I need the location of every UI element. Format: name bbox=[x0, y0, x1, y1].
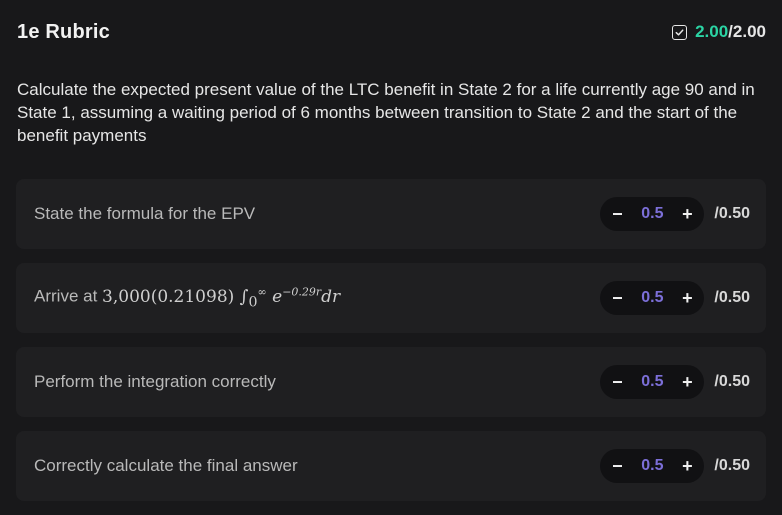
criterion-label-prefix: Arrive at bbox=[34, 287, 98, 307]
max-points: /0.50 bbox=[714, 457, 750, 474]
formula-integral: ∫ bbox=[239, 287, 249, 308]
points-controls: − 0.5 + /0.50 bbox=[600, 449, 750, 483]
formula-upper: ∞ bbox=[257, 285, 267, 299]
points-controls: − 0.5 + /0.50 bbox=[600, 197, 750, 231]
question-text: Calculate the expected present value of … bbox=[17, 80, 755, 145]
points-value[interactable]: 0.5 bbox=[628, 289, 676, 307]
points-stepper: − 0.5 + bbox=[600, 449, 705, 483]
check-square-icon bbox=[672, 24, 688, 40]
criterion-label: Correctly calculate the final answer bbox=[34, 456, 298, 475]
criterion-row: Correctly calculate the final answer − 0… bbox=[16, 431, 766, 501]
decrement-button[interactable]: − bbox=[606, 455, 628, 477]
score-total: 2.00 bbox=[732, 22, 766, 41]
increment-button[interactable]: + bbox=[676, 455, 698, 477]
rubric-title: 1e Rubric bbox=[17, 20, 110, 43]
points-stepper: − 0.5 + bbox=[600, 281, 705, 315]
decrement-button[interactable]: − bbox=[606, 287, 628, 309]
criterion-label: Perform the integration correctly bbox=[34, 372, 276, 391]
formula-differential: dr bbox=[321, 287, 341, 308]
formula-lower: 0 bbox=[248, 294, 258, 311]
points-value[interactable]: 0.5 bbox=[628, 205, 676, 223]
max-points: /0.50 bbox=[714, 289, 750, 306]
points-value[interactable]: 0.5 bbox=[628, 457, 676, 475]
criterion-row: Arrive at 3,000(0.21098) ∫0∞ e−0.29rdr −… bbox=[16, 263, 766, 333]
points-value[interactable]: 0.5 bbox=[628, 373, 676, 391]
points-stepper: − 0.5 + bbox=[600, 365, 705, 399]
points-controls: − 0.5 + /0.50 bbox=[600, 281, 750, 315]
increment-button[interactable]: + bbox=[676, 371, 698, 393]
decrement-button[interactable]: − bbox=[606, 203, 628, 225]
increment-button[interactable]: + bbox=[676, 203, 698, 225]
formula-exponent: −0.29r bbox=[282, 285, 322, 299]
points-controls: − 0.5 + /0.50 bbox=[600, 365, 750, 399]
criterion-label: State the formula for the EPV bbox=[34, 204, 256, 223]
rubric-header: 1e Rubric 2.00/2.00 bbox=[17, 18, 766, 46]
formula: 3,000(0.21098) ∫0∞ e−0.29rdr bbox=[102, 285, 341, 310]
decrement-button[interactable]: − bbox=[606, 371, 628, 393]
score-earned: 2.00 bbox=[695, 22, 729, 41]
points-stepper: − 0.5 + bbox=[600, 197, 705, 231]
increment-button[interactable]: + bbox=[676, 287, 698, 309]
criterion-row: Perform the integration correctly − 0.5 … bbox=[16, 347, 766, 417]
criterion-label: Arrive at 3,000(0.21098) ∫0∞ e−0.29rdr bbox=[34, 285, 340, 310]
criterion-row: State the formula for the EPV − 0.5 + /0… bbox=[16, 179, 766, 249]
formula-base: e bbox=[272, 287, 283, 308]
criteria-list: State the formula for the EPV − 0.5 + /0… bbox=[16, 179, 766, 515]
rubric-score: 2.00/2.00 bbox=[672, 22, 766, 42]
max-points: /0.50 bbox=[714, 205, 750, 222]
max-points: /0.50 bbox=[714, 373, 750, 390]
formula-coefficient: 3,000(0.21098) bbox=[102, 287, 235, 308]
